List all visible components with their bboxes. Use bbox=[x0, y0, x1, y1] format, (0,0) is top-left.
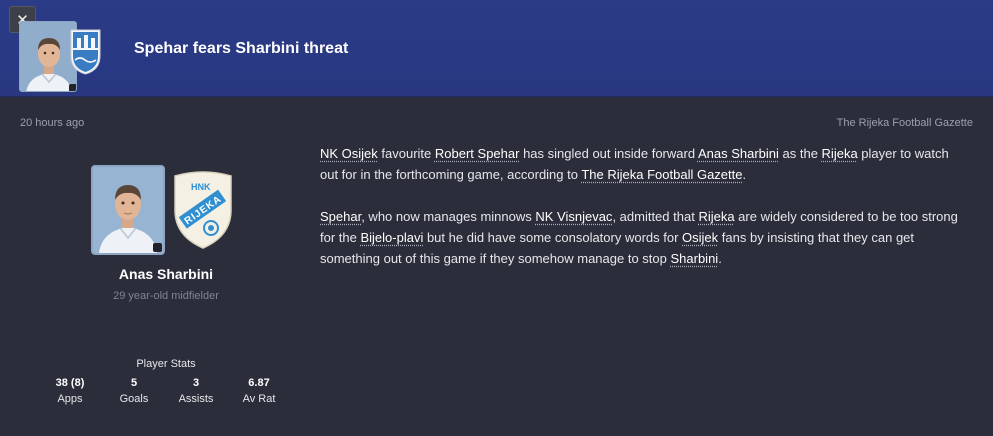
player-description: 29 year-old midfielder bbox=[113, 290, 219, 302]
stat-av-rat: 6.87 Av Rat bbox=[229, 377, 289, 405]
stat-label: Apps bbox=[57, 393, 83, 405]
stat-assists: 3 Assists bbox=[166, 377, 226, 405]
stat-label: Goals bbox=[119, 393, 149, 405]
stat-goals: 5 Goals bbox=[104, 377, 164, 405]
header-club-crest[interactable] bbox=[69, 26, 102, 76]
news-header: ✕ Spehar fears Sharbini threat bbox=[0, 0, 993, 97]
osijek-crest-icon bbox=[70, 29, 101, 75]
article-paragraph: Spehar, who now manages minnows NK Visnj… bbox=[320, 209, 958, 266]
player-photo[interactable] bbox=[91, 165, 165, 255]
stat-value: 5 bbox=[130, 377, 138, 389]
stat-label: Av Rat bbox=[242, 393, 276, 405]
article-link[interactable]: Robert Spehar bbox=[435, 146, 520, 161]
player-face-icon bbox=[93, 167, 163, 253]
stat-value: 6.87 bbox=[248, 377, 270, 389]
article-link[interactable]: Sharbini bbox=[670, 251, 718, 266]
article-link[interactable]: Rijeka bbox=[698, 209, 734, 224]
article-link[interactable]: Bijelo-plavi bbox=[360, 230, 423, 245]
stat-apps: 38 (8) Apps bbox=[40, 377, 100, 405]
article-link[interactable]: Rijeka bbox=[822, 146, 858, 161]
article-link[interactable]: The Rijeka Football Gazette bbox=[581, 167, 742, 182]
news-timestamp: 20 hours ago bbox=[20, 117, 85, 129]
news-title: Spehar fears Sharbini threat bbox=[134, 40, 349, 57]
stat-value: 3 bbox=[192, 377, 200, 389]
article-link[interactable]: Osijek bbox=[682, 230, 718, 245]
player-name[interactable]: Anas Sharbini bbox=[0, 266, 332, 282]
crest-top-text: HNK bbox=[191, 182, 211, 192]
article-link[interactable]: NK Osijek bbox=[320, 146, 378, 161]
stat-label: Assists bbox=[178, 393, 214, 405]
article-link[interactable]: NK Visnjevac bbox=[535, 209, 612, 224]
rijeka-crest-icon: HNK RIJEKA bbox=[174, 171, 232, 249]
club-crest[interactable]: HNK RIJEKA bbox=[171, 170, 235, 250]
stat-value: 38 (8) bbox=[55, 377, 85, 389]
player-stats-title: Player Stats bbox=[136, 358, 196, 370]
article-link[interactable]: Anas Sharbini bbox=[698, 146, 779, 161]
article-paragraph: NK Osijek favourite Robert Spehar has si… bbox=[320, 146, 949, 182]
article-link[interactable]: Spehar bbox=[320, 209, 361, 224]
article-body: NK Osijek favourite Robert Spehar has si… bbox=[320, 143, 960, 290]
news-source[interactable]: The Rijeka Football Gazette bbox=[837, 117, 973, 129]
